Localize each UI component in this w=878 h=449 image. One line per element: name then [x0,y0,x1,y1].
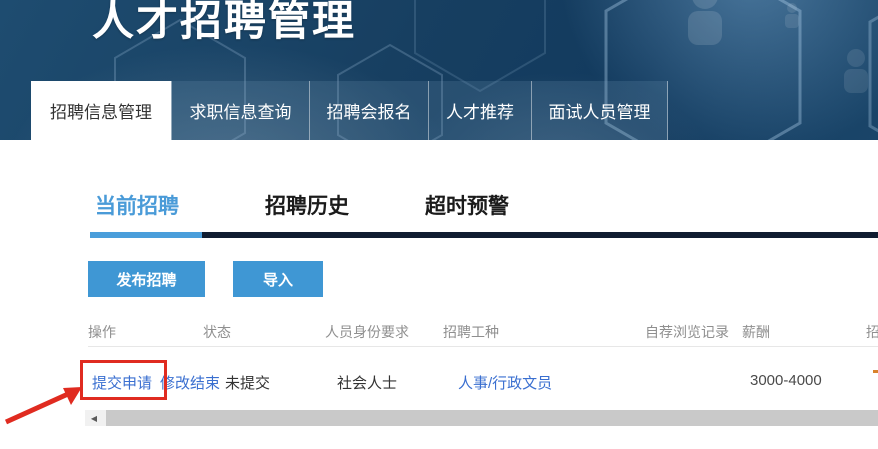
col-header-status: 状态 [203,322,231,342]
tab-label: 面试人员管理 [549,98,651,123]
publish-recruitment-button[interactable]: 发布招聘 [88,261,205,297]
tab-label: 招聘会报名 [327,98,412,123]
scroll-left-button[interactable]: ◀ [85,410,103,426]
import-button[interactable]: 导入 [233,261,323,297]
identity-cell: 社会人士 [337,372,397,393]
tab-job-seek-query[interactable]: 求职信息查询 [171,81,309,140]
main-tab-bar: 招聘信息管理 求职信息查询 招聘会报名 人才推荐 面试人员管理 [31,81,668,140]
end-link[interactable]: 结束 [190,372,220,393]
subtab-timeout-warning[interactable]: 超时预警 [425,190,509,220]
scroll-left-arrow-icon: ◀ [91,414,97,423]
scrollbar-thumb[interactable] [106,410,878,426]
tab-interviewee-management[interactable]: 面试人员管理 [531,81,668,140]
salary-cell: 3000-4000 [750,372,822,389]
tab-label: 求职信息查询 [190,98,292,123]
talent-recruitment-page: 人才招聘管理 招聘信息管理 求职信息查询 招聘会报名 人才推荐 面试人员管理 当… [0,0,878,449]
tab-label: 人才推荐 [446,98,514,123]
job-type-link[interactable]: 人事/行政文员 [458,372,552,393]
status-cell: 未提交 [225,372,270,393]
col-header-salary: 薪酬 [742,322,770,342]
clipped-cell-fragment [873,370,878,373]
col-header-clipped: 招 [866,322,878,342]
table-header-divider [88,346,878,347]
tab-label: 招聘信息管理 [50,98,152,123]
tab-job-fair-signup[interactable]: 招聘会报名 [309,81,428,140]
hero-header: 人才招聘管理 招聘信息管理 求职信息查询 招聘会报名 人才推荐 面试人员管理 [0,0,878,140]
tab-recruit-info-management[interactable]: 招聘信息管理 [31,81,171,140]
submit-application-link[interactable]: 提交申请 [92,372,152,393]
modify-link[interactable]: 修改 [160,372,190,393]
person-icon [688,0,722,45]
subtab-divider-rule [202,232,878,238]
col-header-operation: 操作 [88,322,116,342]
page-title: 人才招聘管理 [92,0,356,48]
subtab-active-underline [90,232,202,238]
person-icon [844,49,868,93]
subtab-recruitment-history[interactable]: 招聘历史 [265,190,349,220]
tab-talent-recommend[interactable]: 人才推荐 [428,81,531,140]
annotation-arrow [0,378,95,433]
subtab-current-recruitment[interactable]: 当前招聘 [95,190,179,220]
col-header-job-type: 招聘工种 [443,322,499,342]
col-header-identity-requirement: 人员身份要求 [325,322,409,342]
person-icon [785,3,799,28]
col-header-browse-records: 自荐浏览记录 [645,322,729,342]
horizontal-scrollbar[interactable]: ◀ [85,410,878,426]
